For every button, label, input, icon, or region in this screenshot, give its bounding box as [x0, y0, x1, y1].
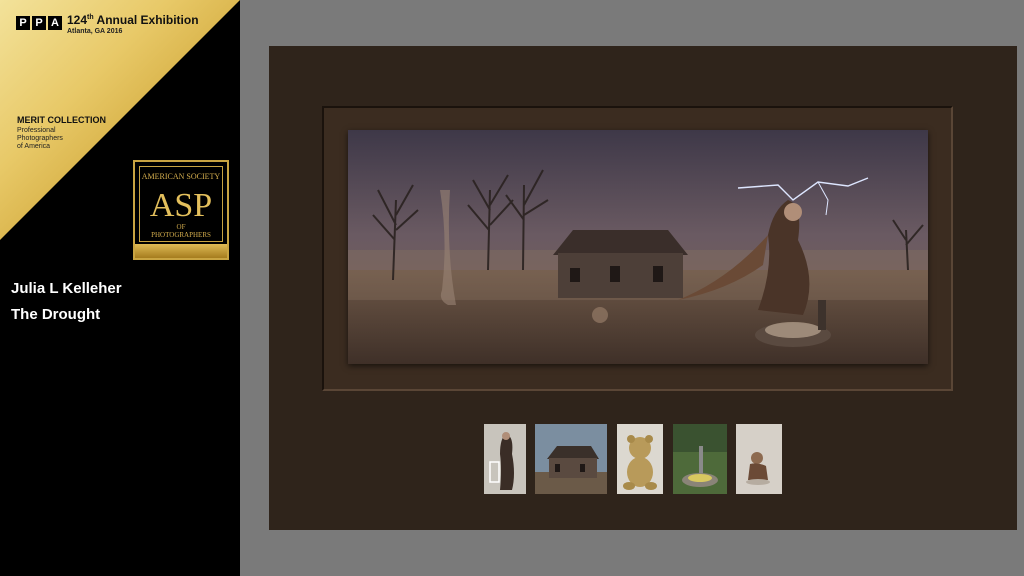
thumbnail-image: [673, 424, 727, 494]
thumbnail-image: [484, 424, 526, 494]
thumbnail-woman-with-chair[interactable]: [484, 424, 526, 494]
ppa-logo: P P A: [16, 16, 62, 30]
artwork-illustration: [348, 130, 928, 364]
asp-bottom-text: PHOTOGRAPHERS: [151, 231, 211, 239]
asp-badge-border: AMERICAN SOCIETY ASP OF PHOTOGRAPHERS: [139, 166, 223, 242]
thumbnail-image: [535, 424, 607, 494]
ppa-letter: P: [16, 16, 30, 30]
org-line: Photographers: [17, 135, 63, 142]
asp-top-text: AMERICAN SOCIETY: [141, 172, 221, 181]
image-frame: [322, 106, 953, 391]
house-shape: [553, 230, 688, 298]
exhibition-suffix: th: [87, 14, 94, 21]
thumbnail-teddy-bear[interactable]: [617, 424, 663, 494]
thumbnail-abandoned-house[interactable]: [535, 424, 607, 494]
thumbnail-child-sitting[interactable]: [736, 424, 782, 494]
main-artwork-image: [348, 130, 928, 364]
artwork-title: The Drought: [11, 306, 101, 323]
thumbnail-water-pump[interactable]: [673, 424, 727, 494]
exhibition-name: Annual Exhibition: [96, 13, 199, 27]
thumbnail-strip: [269, 424, 1017, 494]
ppa-letter: P: [32, 16, 46, 30]
asp-gold-bar: [135, 244, 227, 258]
organization-name: Professional Photographers of America: [17, 127, 97, 151]
presentation-board: [269, 46, 1017, 530]
sidebar: P P A 124th Annual Exhibition Atlanta, G…: [0, 0, 240, 576]
exhibition-title: 124th Annual Exhibition: [67, 13, 199, 27]
thumbnail-image: [736, 424, 782, 494]
org-line: of America: [17, 143, 51, 150]
ppa-letter: A: [48, 16, 62, 30]
asp-badge: AMERICAN SOCIETY ASP OF PHOTOGRAPHERS: [133, 160, 229, 260]
asp-main-text: ASP: [149, 187, 213, 224]
asp-of-text: OF: [176, 223, 186, 231]
thumbnail-image: [617, 424, 663, 494]
exhibition-number: 124: [67, 13, 88, 27]
exhibition-location: Atlanta, GA 2016: [67, 28, 123, 35]
merit-collection-label: MERIT COLLECTION: [17, 115, 106, 125]
artist-name: Julia L Kelleher: [11, 280, 122, 297]
org-line: Professional: [17, 127, 56, 134]
